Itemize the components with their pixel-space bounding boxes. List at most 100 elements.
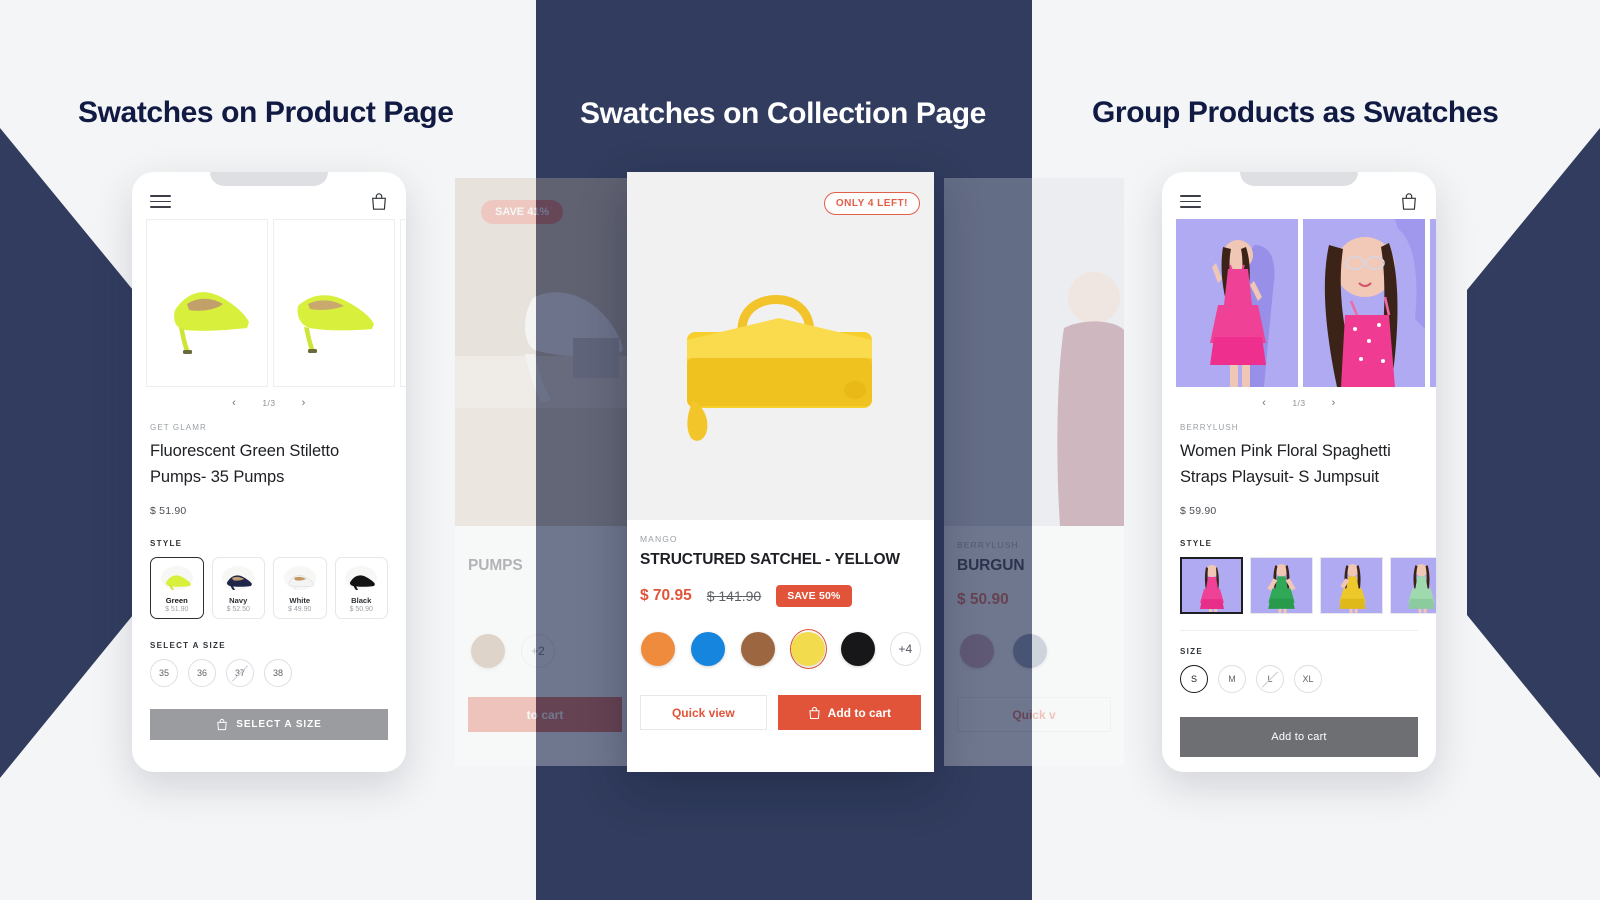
bag-icon-small	[809, 706, 820, 719]
collection-main-title: STRUCTURED SATCHEL - YELLOW	[640, 551, 900, 568]
swatch-orange[interactable]	[640, 629, 677, 669]
carousel-slide[interactable]	[1303, 219, 1425, 387]
product-size-section: SIZE S M L XL Add to cart	[1162, 629, 1436, 757]
add-to-cart-button[interactable]: Add to cart	[777, 695, 921, 730]
collection-left-swatch[interactable]	[468, 631, 508, 671]
size-selector-row[interactable]: 35 36 37 38	[150, 658, 388, 687]
size-option-37-unavailable[interactable]: 37	[226, 658, 254, 687]
group-style-swatch-yellow[interactable]	[1320, 556, 1383, 614]
carousel-slide[interactable]	[146, 219, 268, 387]
more-swatches-button[interactable]: +4	[889, 632, 922, 666]
white-pump-photo	[455, 178, 635, 526]
green-dress-thumb	[1251, 557, 1312, 613]
swatch-dot-slate-blue	[1013, 634, 1047, 668]
collection-left-swatch-row[interactable]: +2	[468, 631, 622, 671]
quick-view-button[interactable]: Quick view	[640, 695, 767, 730]
bag-icon-small	[217, 718, 228, 730]
swatch-black[interactable]	[840, 629, 877, 669]
swatch-dot-brown	[741, 632, 776, 666]
collection-main-buttons[interactable]: Quick view Add to cart	[640, 695, 921, 730]
panel-title-group-products: Group Products as Swatches	[1092, 96, 1499, 129]
style-swatch-row[interactable]: Green $ 51.90 Navy $ 52.50 White $ 49.90…	[150, 556, 388, 619]
collection-left-save-badge: SAVE 41%	[481, 200, 564, 224]
collection-right-quick-view-button[interactable]: Quick v	[957, 697, 1111, 732]
carousel-slide-partial[interactable]	[1430, 219, 1436, 387]
style-thumb-navy	[219, 563, 257, 593]
style-swatch-green[interactable]: Green $ 51.90	[150, 556, 204, 619]
add-to-cart-button[interactable]: Add to cart	[1180, 716, 1418, 757]
size-option-s-selected[interactable]: S	[1180, 664, 1208, 693]
style-swatch-navy[interactable]: Navy $ 52.50	[211, 556, 265, 619]
collection-right-swatch-pink[interactable]	[957, 631, 997, 671]
style-name: Navy	[229, 595, 248, 605]
style-name: White	[289, 595, 311, 605]
phone-notch	[1240, 172, 1358, 186]
collection-main-swatch-row[interactable]: +4	[640, 629, 922, 669]
shopping-bag-icon[interactable]	[370, 192, 388, 211]
yellow-dress-thumb	[1321, 557, 1382, 613]
size-option-l-unavailable[interactable]: L	[1256, 664, 1284, 693]
collection-card-right-partial[interactable]: BERRYLUSH BURGUN $ 50.90 Quick v	[944, 178, 1124, 766]
select-a-size-button[interactable]: SELECT A SIZE	[150, 708, 388, 740]
collection-left-add-to-cart-button[interactable]: to cart	[468, 697, 622, 732]
carousel-slide[interactable]	[273, 219, 395, 387]
swatch-dot-brown	[471, 634, 505, 668]
carousel-next-arrow[interactable]: ›	[302, 397, 306, 409]
swatch-brown[interactable]	[740, 629, 777, 669]
carousel-prev-arrow[interactable]: ‹	[1262, 397, 1266, 409]
collection-card-main[interactable]: ONLY 4 LEFT! MANGO STRUCTURED SATCHEL - …	[627, 172, 934, 772]
collection-right-price: $ 50.90	[957, 591, 1009, 608]
size-section-label: SELECT A SIZE	[150, 640, 226, 650]
collection-left-more-swatches[interactable]: +2	[521, 634, 555, 668]
burgundy-dress-photo	[944, 178, 1124, 526]
panel-title-collection-page: Swatches on Collection Page	[580, 97, 986, 130]
group-style-swatch-green[interactable]	[1250, 556, 1313, 614]
collection-right-price-row: $ 50.90	[957, 591, 1111, 609]
product-price: $ 51.90	[150, 504, 187, 517]
swatch-yellow-selected[interactable]	[789, 629, 827, 669]
group-style-swatch-mint[interactable]	[1390, 556, 1436, 614]
product-image-carousel[interactable]	[1162, 219, 1436, 387]
collection-left-buttons[interactable]: to cart	[468, 697, 622, 732]
group-style-swatch-row[interactable]	[1180, 556, 1436, 614]
collection-left-price-row	[468, 591, 622, 609]
carousel-next-arrow[interactable]: ›	[1332, 397, 1336, 409]
collection-right-swatch-slate[interactable]	[1010, 631, 1050, 671]
product-info: GET GLAMR Fluorescent Green Stiletto Pum…	[132, 415, 406, 740]
carousel-prev-arrow[interactable]: ‹	[232, 397, 236, 409]
style-name: Black	[351, 595, 372, 605]
collection-main-save-badge: SAVE 50%	[776, 585, 852, 607]
collection-right-buttons[interactable]: Quick v	[957, 697, 1111, 732]
shopping-bag-icon[interactable]	[1400, 192, 1418, 211]
collection-main-price-was: $ 141.90	[706, 588, 762, 604]
collection-right-body: BERRYLUSH BURGUN $ 50.90 Quick v	[944, 526, 1124, 732]
product-vendor: GET GLAMR	[150, 423, 207, 432]
collection-left-image	[455, 178, 635, 526]
collection-main-vendor: MANGO	[640, 534, 678, 544]
size-option-xl[interactable]: XL	[1294, 664, 1322, 693]
product-image-carousel[interactable]	[132, 219, 406, 387]
size-option-38[interactable]: 38	[264, 658, 292, 687]
carousel-slide[interactable]	[1176, 219, 1298, 387]
swatch-blue[interactable]	[690, 629, 727, 669]
group-products-phone-mockup: ‹ 1/3 › BERRYLUSH Women Pink Floral Spag…	[1162, 172, 1436, 772]
carousel-slide-partial[interactable]	[400, 219, 406, 387]
size-option-35[interactable]: 35	[150, 658, 178, 687]
size-selector-row[interactable]: S M L XL	[1180, 664, 1418, 693]
swatch-dot-yellow	[791, 632, 826, 666]
product-info: BERRYLUSH Women Pink Floral Spaghetti St…	[1162, 415, 1436, 548]
style-swatch-black[interactable]: Black $ 50.90	[334, 556, 388, 619]
panel-title-product-page: Swatches on Product Page	[78, 96, 454, 129]
product-title: Fluorescent Green Stiletto Pumps- 35 Pum…	[150, 442, 340, 487]
size-option-36[interactable]: 36	[188, 658, 216, 687]
hamburger-menu-icon[interactable]	[150, 195, 171, 208]
pink-playsuit-photo-closeup	[1303, 219, 1425, 387]
collection-card-left-partial[interactable]: SAVE 41% PUMPS +2 to cart	[455, 178, 635, 766]
hamburger-menu-icon[interactable]	[1180, 195, 1201, 208]
collection-right-title: BURGUN	[957, 557, 1025, 574]
style-swatch-white[interactable]: White $ 49.90	[273, 556, 327, 619]
group-style-swatch-pink[interactable]	[1180, 556, 1243, 614]
size-section-label: SIZE	[1180, 646, 1203, 656]
collection-right-swatch-row[interactable]	[957, 631, 1111, 671]
size-option-m[interactable]: M	[1218, 664, 1246, 693]
